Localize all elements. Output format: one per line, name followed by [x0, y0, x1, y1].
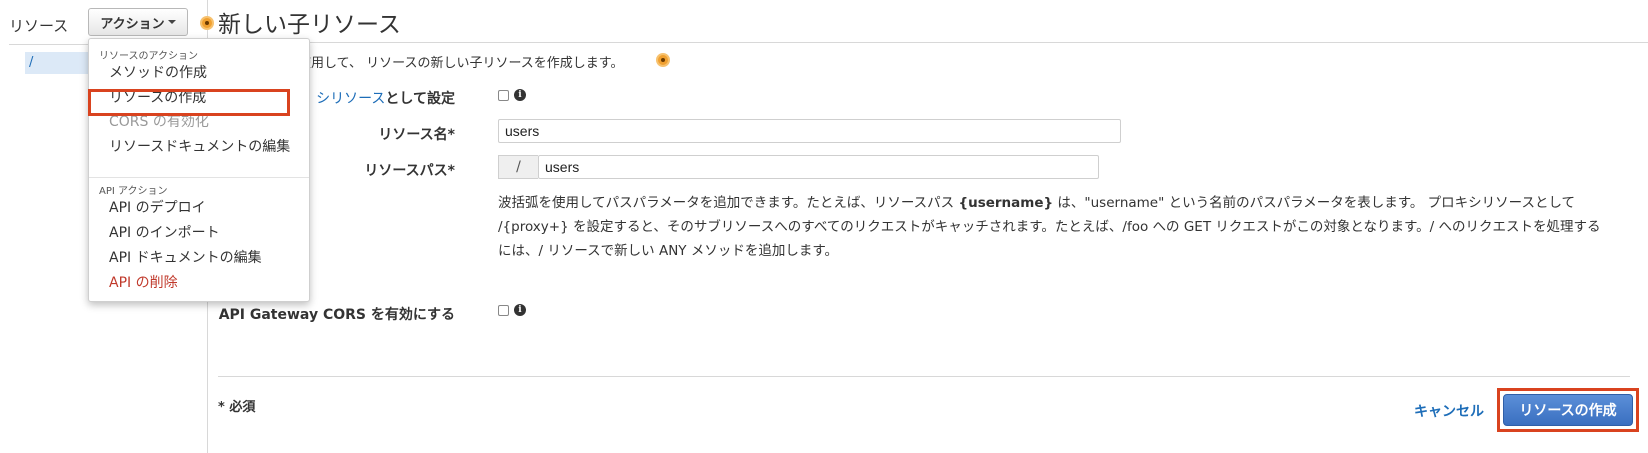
footer-divider	[218, 376, 1630, 377]
info-icon[interactable]: i	[514, 89, 526, 101]
required-note: * 必須	[218, 400, 256, 415]
highlight-box-create-resource	[88, 89, 290, 116]
help-text-bold: {username}	[958, 195, 1054, 211]
hotspot-icon	[656, 53, 670, 67]
resource-path-help: 波括弧を使用してパスパラメータを追加できます。たとえば、リソースパス {user…	[498, 191, 1628, 263]
resource-path-prefix: /	[498, 155, 538, 179]
page-title: 新しい子リソース	[218, 12, 401, 38]
cancel-button[interactable]: キャンセル	[1414, 401, 1484, 421]
hotspot-icon	[200, 16, 214, 30]
actions-dropdown-button[interactable]: アクション	[88, 8, 188, 36]
title-divider	[208, 42, 1648, 43]
resource-name-input[interactable]	[498, 119, 1121, 143]
help-text-part: 波括弧を使用してパスパラメータを追加できます。たとえば、リソースパス	[498, 195, 959, 211]
cors-label: API Gateway CORS を有効にする	[218, 307, 455, 323]
menu-header-api-actions: API アクション	[99, 186, 168, 197]
description-text: 使用して、 リソースの新しい子リソースを作成します。	[298, 56, 624, 71]
menu-item-edit-resource-docs[interactable]: リソースドキュメントの編集	[109, 136, 290, 158]
resource-path-input[interactable]	[538, 155, 1099, 179]
caret-down-icon	[167, 20, 176, 24]
menu-item-delete-api[interactable]: API の削除	[109, 272, 178, 294]
menu-header-resource-actions: リソースのアクション	[99, 51, 198, 62]
help-line-2: /{proxy+} を設定すると、そのサブリソースへのすべてのリクエストがキャッ…	[498, 219, 1601, 235]
menu-item-edit-api-docs[interactable]: API ドキュメントの編集	[109, 247, 262, 269]
help-text-part: は、"username" という名前のパスパラメータを表します。 プロキシリソー…	[1053, 195, 1576, 211]
menu-item-import-api[interactable]: API のインポート	[109, 222, 220, 244]
actions-menu: リソースのアクション メソッドの作成 リソースの作成 CORS の有効化 リソー…	[88, 38, 310, 302]
proxy-resource-label-text: として設定	[385, 91, 455, 107]
proxy-resource-link[interactable]: シリソース	[316, 91, 385, 107]
info-icon[interactable]: i	[514, 304, 526, 316]
menu-item-deploy-api[interactable]: API のデプロイ	[109, 197, 206, 219]
highlight-box-create-button	[1497, 388, 1639, 432]
help-line-3: には、/ リソースで新しい ANY メソッドを追加します。	[498, 243, 838, 259]
actions-label: アクション	[100, 16, 165, 32]
help-line-1: 波括弧を使用してパスパラメータを追加できます。たとえば、リソースパス {user…	[498, 191, 1628, 215]
cors-checkbox[interactable]	[498, 305, 509, 316]
sidebar-title: リソース	[9, 17, 69, 35]
menu-item-create-method[interactable]: メソッドの作成	[109, 62, 207, 84]
proxy-resource-checkbox[interactable]	[498, 90, 509, 101]
menu-divider	[89, 177, 309, 178]
